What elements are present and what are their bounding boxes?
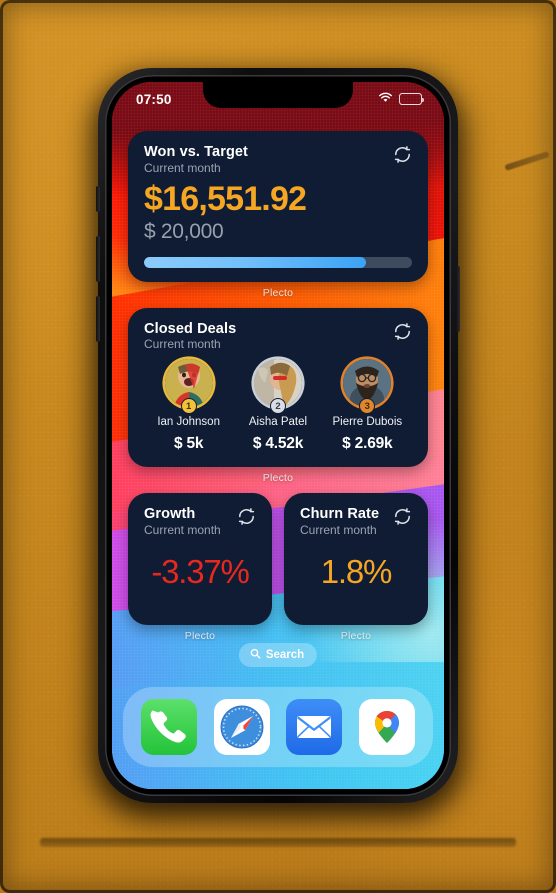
widget-won-vs-target-container: Won vs. Target Current month $16,551.92 …	[128, 131, 428, 299]
widget-stack: Won vs. Target Current month $16,551.92 …	[112, 131, 444, 642]
refresh-icon[interactable]	[237, 506, 256, 531]
widget-title: Won vs. Target	[144, 144, 248, 160]
leader-value: $ 4.52k	[252, 435, 304, 453]
search-label: Search	[265, 649, 305, 661]
widget-growth-container: Growth Current month -3.37% Plecto	[128, 493, 272, 642]
widget-subtitle: Current month	[144, 337, 221, 352]
refresh-icon[interactable]	[393, 321, 412, 346]
search-icon	[250, 648, 261, 662]
widget-title: Churn Rate	[300, 506, 380, 523]
volume-down-button[interactable]	[96, 296, 100, 342]
rank-badge: 2	[269, 398, 286, 415]
churn-value: 1.8%	[320, 553, 393, 591]
list-item[interactable]: 2 Aisha Patel $ 4.52k	[234, 359, 322, 453]
target-value: $ 20,000	[144, 219, 224, 243]
search-button[interactable]: Search	[238, 643, 318, 667]
leaderboard: 1 Ian Johnson $ 5k 2 Aisha Patel $ 4.52k…	[144, 359, 412, 453]
widget-subtitle: Current month	[144, 160, 221, 175]
avatar-wrap: 1	[164, 359, 213, 415]
battery-full-icon	[399, 93, 424, 105]
avatar-wrap: 3	[343, 359, 392, 415]
widget-footer-brand: Plecto	[262, 472, 294, 485]
status-clock: 07:50	[136, 91, 172, 107]
widget-subtitle: Current month	[144, 522, 221, 537]
leader-name: Ian Johnson	[157, 416, 220, 429]
safari-app[interactable]	[213, 699, 270, 755]
power-button[interactable]	[456, 266, 460, 332]
phone-app[interactable]	[141, 699, 198, 755]
avatar-wrap: 2	[253, 359, 302, 415]
maps-app[interactable]	[358, 699, 415, 755]
leader-value: $ 2.69k	[342, 435, 393, 453]
widget-footer-brand: Plecto	[184, 630, 216, 643]
widget-closed-deals-container: Closed Deals Current month 1 Ian Johnson…	[128, 307, 428, 485]
widget-row-bottom: Growth Current month -3.37% Plecto Churn…	[128, 493, 428, 642]
widget-closed-deals[interactable]: Closed Deals Current month 1 Ian Johnson…	[128, 307, 428, 468]
growth-value: -3.37%	[151, 553, 250, 591]
widget-footer-brand: Plecto	[262, 286, 294, 299]
rank-badge: 1	[180, 398, 197, 415]
leader-value: $ 5k	[173, 435, 204, 453]
widget-won-vs-target[interactable]: Won vs. Target Current month $16,551.92 …	[128, 131, 428, 282]
leader-name: Aisha Patel	[248, 416, 308, 429]
dock	[123, 687, 433, 767]
widget-title: Closed Deals	[144, 320, 237, 337]
phone-screen[interactable]: 07:50 Won vs. Target Current month $16,5…	[112, 82, 444, 789]
volume-up-button[interactable]	[96, 236, 100, 282]
progress-bar-track	[144, 256, 412, 268]
widget-footer-brand: Plecto	[340, 630, 372, 643]
leader-name: Pierre Dubois	[332, 416, 403, 429]
mute-switch[interactable]	[96, 186, 100, 212]
widget-churn-rate[interactable]: Churn Rate Current month 1.8%	[284, 493, 428, 626]
wifi-icon	[378, 90, 393, 108]
won-value: $16,551.92	[144, 179, 307, 218]
widget-subtitle: Current month	[300, 522, 377, 537]
list-item[interactable]: 1 Ian Johnson $ 5k	[144, 359, 232, 453]
phone-device: 07:50 Won vs. Target Current month $16,5…	[96, 68, 460, 803]
rank-badge: 3	[359, 398, 376, 415]
widget-growth[interactable]: Growth Current month -3.37%	[128, 493, 272, 626]
notch	[203, 82, 353, 108]
widget-title: Growth	[144, 506, 196, 523]
mail-app[interactable]	[286, 699, 343, 755]
refresh-icon[interactable]	[393, 506, 412, 531]
progress-bar-fill	[144, 256, 366, 268]
desk-seam	[40, 838, 516, 847]
refresh-icon[interactable]	[393, 144, 412, 169]
list-item[interactable]: 3 Pierre Dubois $ 2.69k	[323, 359, 411, 453]
widget-churn-container: Churn Rate Current month 1.8% Plecto	[284, 493, 428, 642]
